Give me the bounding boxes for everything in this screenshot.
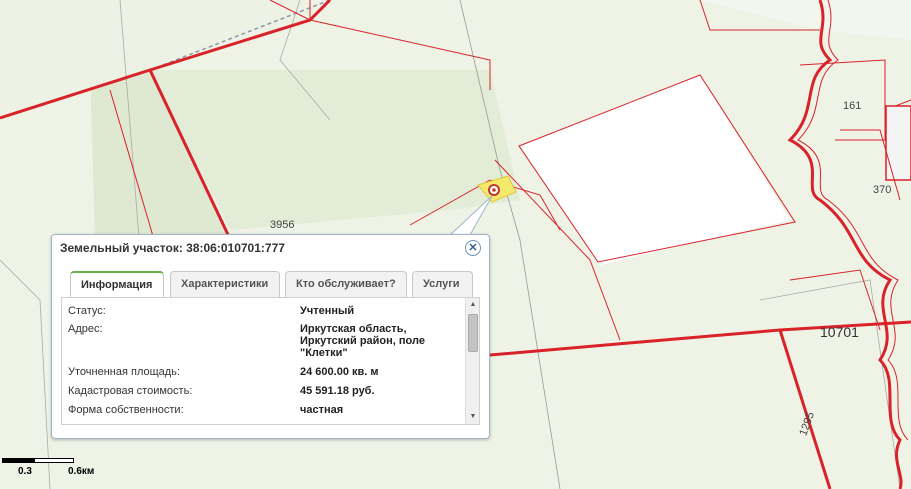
tab-info[interactable]: Информация <box>70 271 164 298</box>
info-value: Учтенный <box>300 305 355 317</box>
info-key: Статус: <box>68 305 106 317</box>
panel-scrollbar[interactable]: ▲ ▼ <box>465 298 479 424</box>
close-icon[interactable]: ✕ <box>465 240 481 256</box>
tab-characteristics[interactable]: Характеристики <box>170 271 280 297</box>
info-value: Иркутская область, Иркутский район, поле… <box>300 323 425 359</box>
parcel-label-370: 370 <box>873 184 892 196</box>
popup-title: Земельный участок: 38:06:010701:777 <box>60 241 285 255</box>
info-key: Форма собственности: <box>68 404 184 416</box>
scroll-up-icon[interactable]: ▲ <box>468 300 478 310</box>
tab-who-serves[interactable]: Кто обслуживает? <box>285 271 407 297</box>
info-value: 45 591.18 руб. <box>300 385 375 397</box>
quarter-label-10701: 10701 <box>820 324 859 340</box>
scroll-thumb[interactable] <box>468 314 478 352</box>
scale-label-mid: 0.3 <box>18 466 32 477</box>
parcel-marker-dot <box>492 188 496 192</box>
map-scale-bar: 0.3 0.6км <box>0 456 120 486</box>
parcel-info-popup: Земельный участок: 38:06:010701:777 ✕ Ин… <box>51 234 490 439</box>
village-block <box>885 105 911 181</box>
parcel-label-3956: 3956 <box>270 219 295 231</box>
parcel-label-161: 161 <box>843 100 862 112</box>
info-value: 24 600.00 кв. м <box>300 366 379 378</box>
scale-segment-black <box>2 458 34 463</box>
info-key: Адрес: <box>68 323 103 335</box>
info-key: Кадастровая стоимость: <box>68 385 193 397</box>
info-key: Уточненная площадь: <box>68 366 180 378</box>
tab-services[interactable]: Услуги <box>412 271 473 297</box>
info-panel: Статус: Учтенный Адрес: Иркутская област… <box>61 297 480 425</box>
scale-segment-white <box>34 458 74 463</box>
scroll-down-icon[interactable]: ▼ <box>468 412 478 422</box>
info-value: частная <box>300 404 344 416</box>
scale-label-end: 0.6км <box>68 466 95 477</box>
